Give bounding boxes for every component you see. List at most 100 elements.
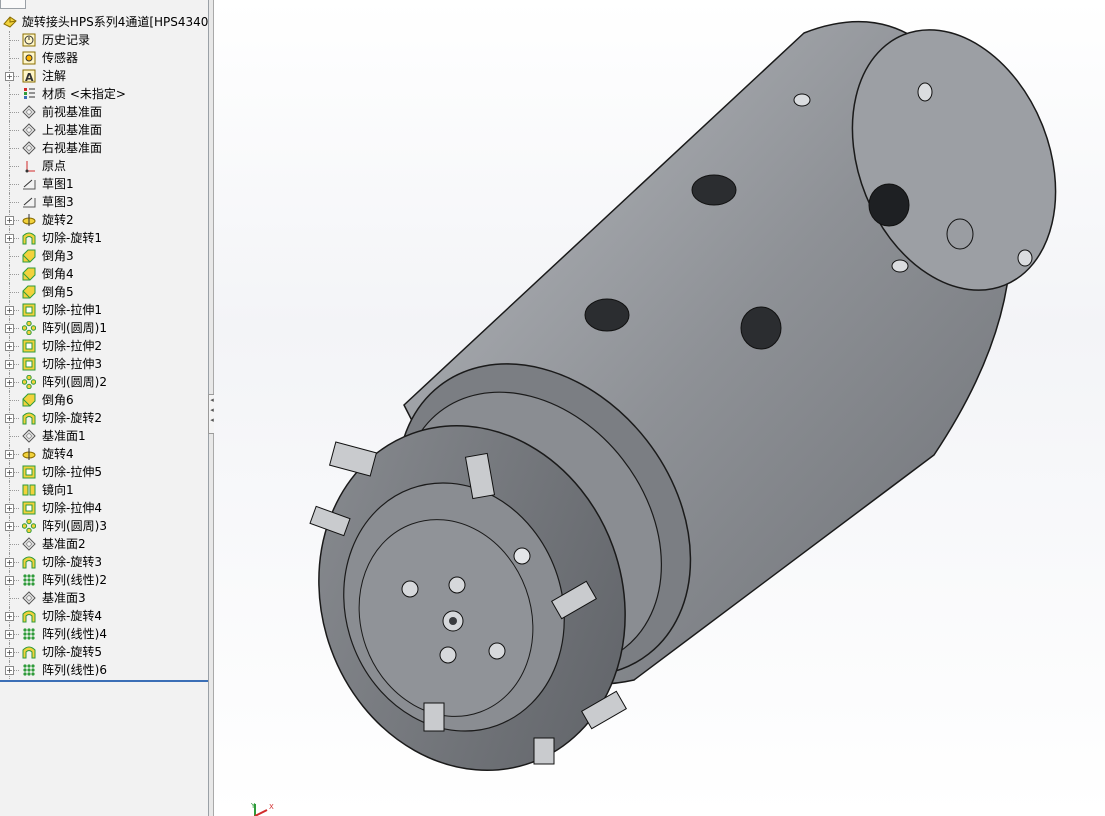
- tree-item[interactable]: 上视基准面: [0, 121, 208, 139]
- revolve-icon: [21, 212, 37, 228]
- tree-item[interactable]: + 切除-旋转5: [0, 643, 208, 661]
- tree-item[interactable]: + 阵列(线性)6: [0, 661, 208, 679]
- chamfer-icon: [21, 284, 37, 300]
- tree-item[interactable]: + 切除-拉伸2: [0, 337, 208, 355]
- expand-icon[interactable]: +: [5, 72, 14, 81]
- expand-icon[interactable]: +: [5, 666, 14, 675]
- graphics-viewport[interactable]: [214, 0, 1105, 816]
- tree-item[interactable]: 基准面2: [0, 535, 208, 553]
- feature-manager-tree: 旋转接头HPS系列4通道[HPS4340] 历史记录 传感器 + A 注解 材质 <未指定…: [0, 0, 209, 816]
- expand-icon[interactable]: +: [5, 558, 14, 567]
- expand-icon[interactable]: +: [5, 360, 14, 369]
- circular-pattern-icon: [21, 320, 37, 336]
- tree-item[interactable]: 倒角4: [0, 265, 208, 283]
- tree-item[interactable]: + 阵列(圆周)2: [0, 373, 208, 391]
- tree-guide-branch: [10, 400, 19, 402]
- expand-icon[interactable]: +: [5, 216, 14, 225]
- tree-item[interactable]: + 切除-旋转1: [0, 229, 208, 247]
- tree-item[interactable]: + 阵列(圆周)1: [0, 319, 208, 337]
- expand-icon[interactable]: +: [5, 468, 14, 477]
- svg-text:A: A: [25, 71, 34, 83]
- tree-item[interactable]: + 阵列(线性)4: [0, 625, 208, 643]
- tree-guide-branch: [10, 202, 19, 204]
- expand-icon[interactable]: +: [5, 648, 14, 657]
- tree-item[interactable]: 倒角3: [0, 247, 208, 265]
- tree-root-part[interactable]: 旋转接头HPS系列4通道[HPS4340]: [2, 13, 208, 31]
- circular-pattern-icon: [21, 374, 37, 390]
- tree-item-label: 基准面2: [42, 537, 86, 551]
- tree-item-label: 切除-旋转5: [42, 645, 102, 659]
- cut-revolve-icon: [21, 644, 37, 660]
- sketch-icon: [21, 176, 37, 192]
- tree-item[interactable]: + 旋转4: [0, 445, 208, 463]
- tree-item[interactable]: 基准面3: [0, 589, 208, 607]
- tree-item[interactable]: + 切除-旋转3: [0, 553, 208, 571]
- expand-icon[interactable]: +: [5, 324, 14, 333]
- expand-icon[interactable]: +: [5, 504, 14, 513]
- tree-item[interactable]: + 切除-拉伸1: [0, 301, 208, 319]
- tree-item[interactable]: + 旋转2: [0, 211, 208, 229]
- tree-item[interactable]: + 切除-旋转4: [0, 607, 208, 625]
- tree-item[interactable]: 草图1: [0, 175, 208, 193]
- tree-item[interactable]: 倒角5: [0, 283, 208, 301]
- sensor-icon: [21, 50, 37, 66]
- tree-item[interactable]: + 阵列(线性)2: [0, 571, 208, 589]
- expand-icon[interactable]: +: [5, 450, 14, 459]
- plane-icon: [21, 122, 37, 138]
- tree-guide-branch: [10, 166, 19, 168]
- tree-guide-branch: [10, 544, 19, 546]
- plane-icon: [21, 590, 37, 606]
- tree-item[interactable]: 原点: [0, 157, 208, 175]
- filter-tab[interactable]: [0, 0, 26, 9]
- expand-icon[interactable]: +: [5, 576, 14, 585]
- tree-item-label: 原点: [42, 159, 67, 173]
- tree-item[interactable]: 镜向1: [0, 481, 208, 499]
- tree-item-label: 阵列(圆周)1: [42, 321, 107, 335]
- linear-pattern-icon: [21, 626, 37, 642]
- tree-item[interactable]: 前视基准面: [0, 103, 208, 121]
- expand-icon[interactable]: +: [5, 234, 14, 243]
- expand-icon[interactable]: +: [5, 342, 14, 351]
- expand-icon[interactable]: +: [5, 612, 14, 621]
- revolve-icon: [21, 446, 37, 462]
- mirror-icon: [21, 482, 37, 498]
- tree-item[interactable]: 基准面1: [0, 427, 208, 445]
- tree-item[interactable]: 传感器: [0, 49, 208, 67]
- tree-item[interactable]: 右视基准面: [0, 139, 208, 157]
- plane-icon: [21, 536, 37, 552]
- tree-item[interactable]: 历史记录: [0, 31, 208, 49]
- tree-item[interactable]: 草图3: [0, 193, 208, 211]
- tree-item[interactable]: + 切除-拉伸3: [0, 355, 208, 373]
- tree-item-label: 旋转4: [42, 447, 74, 461]
- chamfer-icon: [21, 266, 37, 282]
- tree-item-label: 切除-拉伸2: [42, 339, 102, 353]
- chamfer-icon: [21, 392, 37, 408]
- rollback-bar[interactable]: [0, 680, 208, 682]
- expand-icon[interactable]: +: [5, 414, 14, 423]
- expand-icon[interactable]: +: [5, 522, 14, 531]
- tree-item[interactable]: + A 注解: [0, 67, 208, 85]
- tree-item[interactable]: + 阵列(圆周)3: [0, 517, 208, 535]
- expand-icon[interactable]: +: [5, 630, 14, 639]
- expand-icon[interactable]: +: [5, 378, 14, 387]
- tree-guide-branch: [10, 292, 19, 294]
- expand-icon[interactable]: +: [5, 306, 14, 315]
- tree-item-label: 传感器: [42, 51, 79, 65]
- tree-item-label: 镜向1: [42, 483, 74, 497]
- sketch-icon: [21, 194, 37, 210]
- triad-x-label: X: [269, 803, 274, 811]
- tree-item-label: 切除-拉伸3: [42, 357, 102, 371]
- tree-item-label: 切除-旋转2: [42, 411, 102, 425]
- tree-item[interactable]: + 切除-拉伸4: [0, 499, 208, 517]
- tree-item[interactable]: 倒角6: [0, 391, 208, 409]
- tree-guide-branch: [10, 184, 19, 186]
- cut-extrude-icon: [21, 338, 37, 354]
- part-model-3d[interactable]: [214, 0, 1105, 816]
- tree-item[interactable]: 材质 <未指定>: [0, 85, 208, 103]
- tree-item-label: 倒角3: [42, 249, 74, 263]
- tree-guide-branch: [10, 40, 19, 42]
- chamfer-icon: [21, 248, 37, 264]
- linear-pattern-icon: [21, 662, 37, 678]
- tree-item[interactable]: + 切除-旋转2: [0, 409, 208, 427]
- tree-item[interactable]: + 切除-拉伸5: [0, 463, 208, 481]
